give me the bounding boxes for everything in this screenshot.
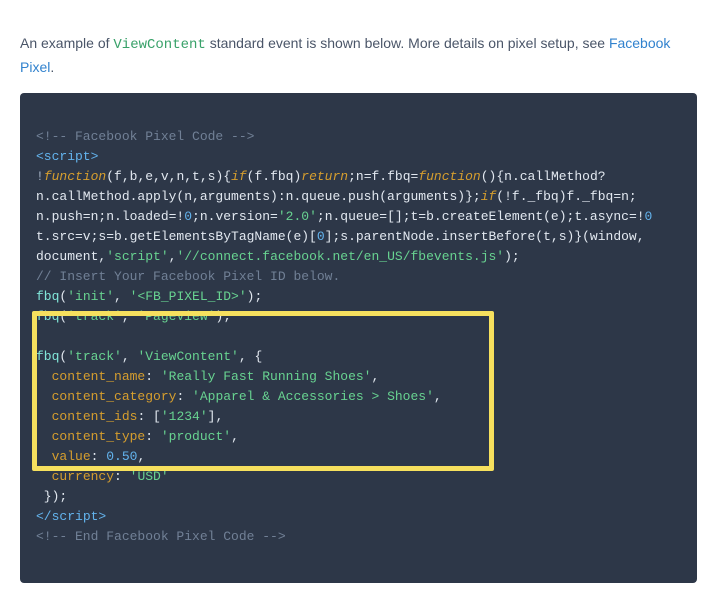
code-keyword: return — [301, 169, 348, 184]
viewcontent-code: ViewContent — [113, 37, 205, 53]
code-text: document, — [36, 249, 106, 264]
code-op: ! — [36, 169, 44, 184]
code-text: , — [122, 309, 138, 324]
code-text: (f.fbq) — [247, 169, 302, 184]
code-attr: content_ids — [52, 409, 138, 424]
code-attr: content_name — [52, 369, 146, 384]
code-fn: fbq — [36, 289, 59, 304]
code-string: '2.0' — [278, 209, 317, 224]
intro-paragraph: An example of ViewContent standard event… — [20, 32, 697, 79]
code-text: (!f._fbq)f._fbq=n; — [496, 189, 636, 204]
code-text: ;n.version= — [192, 209, 278, 224]
code-text: , { — [239, 349, 262, 364]
code-string: '<FB_PIXEL_ID>' — [130, 289, 247, 304]
code-attr: currency — [52, 469, 114, 484]
intro-text: standard event is shown below. More deta… — [206, 35, 609, 51]
intro-text: An example of — [20, 35, 113, 51]
code-number: 0.50 — [106, 449, 137, 464]
code-text: ;n.queue=[];t=b.createElement(e);t.async… — [317, 209, 645, 224]
code-keyword: if — [481, 189, 497, 204]
code-number: 0 — [317, 229, 325, 244]
code-string: 'ViewContent' — [137, 349, 238, 364]
code-string: 'PageView' — [137, 309, 215, 324]
code-text: (){n.callMethod? — [481, 169, 606, 184]
code-string: 'Apparel & Accessories > Shoes' — [192, 389, 434, 404]
code-keyword: function — [44, 169, 106, 184]
code-number: 0 — [184, 209, 192, 224]
code-text: t.src=v;s=b.getElementsByTagName(e)[ — [36, 229, 317, 244]
code-fn: fbq — [36, 349, 59, 364]
code-keyword: if — [231, 169, 247, 184]
code-text: , — [114, 289, 130, 304]
code-string: '1234' — [161, 409, 208, 424]
code-comment: // Insert Your Facebook Pixel ID below. — [36, 269, 340, 284]
code-text: ); — [247, 289, 263, 304]
code-text: n.push=n;n.loaded=! — [36, 209, 184, 224]
code-number: 0 — [645, 209, 653, 224]
code-text: n.callMethod.apply(n,arguments):n.queue.… — [36, 189, 481, 204]
code-tag: </scr — [36, 509, 75, 524]
code-string: 'USD' — [130, 469, 169, 484]
code-text: }); — [36, 489, 67, 504]
intro-text: . — [50, 59, 54, 75]
code-string: 'script' — [106, 249, 168, 264]
code-attr: content_type — [52, 429, 146, 444]
code-string: 'track' — [67, 349, 122, 364]
code-string: 'product' — [161, 429, 231, 444]
code-text: ;n=f.fbq= — [348, 169, 418, 184]
code-tag: <script> — [36, 149, 98, 164]
code-text: ];s.parentNode.insertBefore(t,s)}(window… — [325, 229, 645, 244]
code-string: 'Really Fast Running Shoes' — [161, 369, 372, 384]
code-fn: fbq — [36, 309, 59, 324]
code-tag: ipt> — [75, 509, 106, 524]
code-text: , — [122, 349, 138, 364]
code-keyword: function — [418, 169, 480, 184]
code-string: '//connect.facebook.net/en_US/fbevents.j… — [176, 249, 504, 264]
code-text: ); — [215, 309, 231, 324]
code-text: : [ — [137, 409, 160, 424]
code-comment: <!-- Facebook Pixel Code --> — [36, 129, 254, 144]
code-string: 'track' — [67, 309, 122, 324]
code-attr: value — [52, 449, 91, 464]
code-string: 'init' — [67, 289, 114, 304]
code-attr: content_category — [52, 389, 177, 404]
code-text: ], — [208, 409, 224, 424]
code-block: <!-- Facebook Pixel Code --> <script> !f… — [20, 93, 697, 583]
code-text: ); — [504, 249, 520, 264]
code-comment: <!-- End Facebook Pixel Code --> — [36, 529, 286, 544]
code-text: (f,b,e,v,n,t,s){ — [106, 169, 231, 184]
